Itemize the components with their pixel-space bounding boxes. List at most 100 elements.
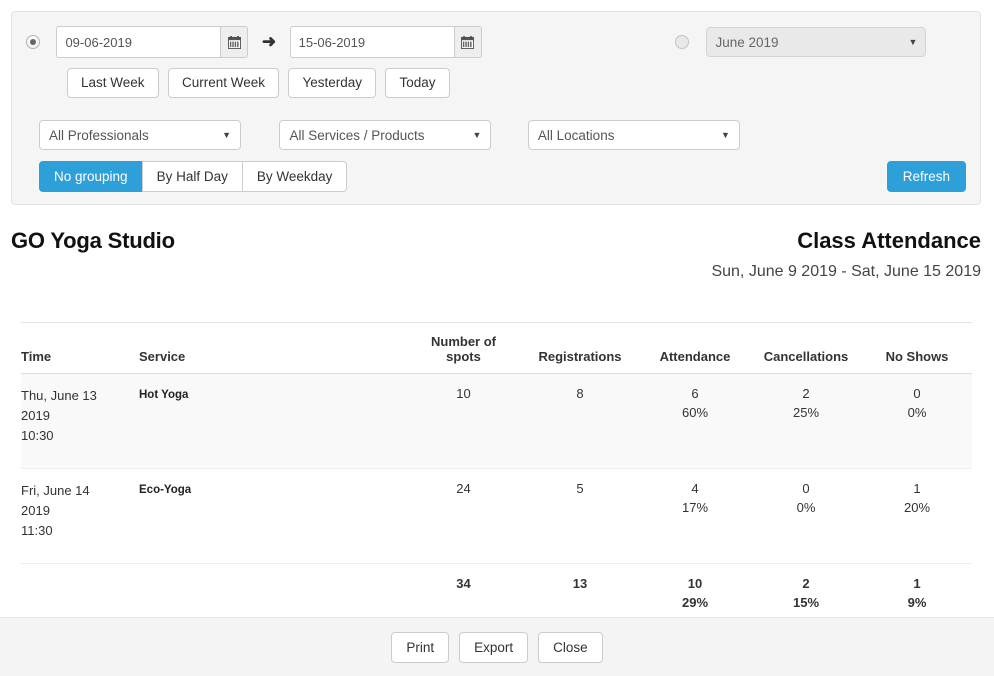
cell-service: Hot Yoga xyxy=(139,373,407,469)
locations-select[interactable]: All Locations ▼ xyxy=(527,120,740,150)
totals-no-shows-pct: 9% xyxy=(907,595,927,610)
service-name: Eco-Yoga xyxy=(139,484,192,496)
report-page: ➜ xyxy=(0,0,994,676)
cell-time-year: 2019 xyxy=(21,503,50,518)
cell-cancellations: 2 25% xyxy=(750,373,862,469)
date-range-arrow-icon: ➜ xyxy=(261,32,277,51)
column-header-attendance: Attendance xyxy=(640,322,750,374)
cell-no-shows-count: 0 xyxy=(913,386,921,401)
filters-toolbar: ➜ xyxy=(11,11,981,205)
chevron-down-icon: ▼ xyxy=(472,130,482,140)
report-date-range: Sun, June 9 2019 - Sat, June 15 2019 xyxy=(711,263,981,280)
table-header-row: Time Service Number of spots Registratio… xyxy=(21,322,972,374)
professionals-select[interactable]: All Professionals ▼ xyxy=(39,120,241,150)
grouping-by-weekday-tab[interactable]: By Weekday xyxy=(241,161,348,192)
last-week-button[interactable]: Last Week xyxy=(67,68,159,98)
end-date-input[interactable] xyxy=(289,26,454,58)
services-select[interactable]: All Services / Products ▼ xyxy=(279,120,492,150)
column-header-spots-line2: spots xyxy=(446,349,481,364)
month-mode-radio[interactable] xyxy=(675,35,689,49)
column-header-cancellations: Cancellations xyxy=(750,322,862,374)
cell-cancellations-count: 2 xyxy=(802,386,810,401)
cell-cancellations: 0 0% xyxy=(750,468,862,564)
refresh-button[interactable]: Refresh xyxy=(886,161,966,192)
cell-time: Thu, June 13 2019 10:30 xyxy=(21,373,139,469)
date-selection-row: ➜ xyxy=(26,26,966,58)
grouping-row: No grouping By Half Day By Weekday Refre… xyxy=(26,161,966,192)
cell-time-day: Fri, June 14 xyxy=(21,483,90,498)
cell-attendance-pct: 17% xyxy=(681,500,709,515)
cell-no-shows-pct: 20% xyxy=(903,500,931,515)
start-date-group xyxy=(56,26,249,58)
start-date-input[interactable] xyxy=(56,26,221,58)
grouping-by-half-day-tab[interactable]: By Half Day xyxy=(141,161,242,192)
report-header: GO Yoga Studio Class Attendance Sun, Jun… xyxy=(11,228,981,280)
locations-select-value: All Locations xyxy=(537,127,615,143)
cell-registrations: 5 xyxy=(520,468,640,564)
column-header-no-shows: No Shows xyxy=(862,322,972,374)
cell-cancellations-pct: 25% xyxy=(792,405,820,420)
current-week-button[interactable]: Current Week xyxy=(168,68,280,98)
filter-dropdown-row: All Professionals ▼ All Services / Produ… xyxy=(26,120,966,150)
cell-time-hour: 10:30 xyxy=(21,428,54,443)
totals-no-shows-count: 1 xyxy=(913,576,921,591)
cell-attendance: 4 17% xyxy=(640,468,750,564)
report-title: Class Attendance xyxy=(797,228,981,253)
cell-attendance: 6 60% xyxy=(640,373,750,469)
attendance-table-wrap: Time Service Number of spots Registratio… xyxy=(21,322,972,633)
cell-no-shows-pct: 0% xyxy=(907,405,927,420)
cell-attendance-count: 6 xyxy=(691,386,699,401)
yesterday-button[interactable]: Yesterday xyxy=(288,68,377,98)
totals-cancellations-pct: 15% xyxy=(792,595,820,610)
cell-attendance-pct: 60% xyxy=(681,405,709,420)
cell-no-shows: 0 0% xyxy=(862,373,972,469)
footer-action-bar: Print Export Close xyxy=(0,617,994,676)
column-header-service: Service xyxy=(139,322,407,374)
cell-spots: 24 xyxy=(407,468,520,564)
cell-time-hour: 11:30 xyxy=(21,523,53,538)
table-header: Time Service Number of spots Registratio… xyxy=(21,322,972,374)
print-button[interactable]: Print xyxy=(391,631,450,663)
column-header-spots-line1: Number of xyxy=(431,334,496,349)
service-name: Hot Yoga xyxy=(139,389,189,401)
end-date-calendar-icon[interactable] xyxy=(453,26,482,58)
column-header-time: Time xyxy=(21,322,139,374)
totals-attendance-count: 10 xyxy=(687,576,703,591)
table-body: Thu, June 13 2019 10:30 Hot Yoga 10 8 6 … xyxy=(21,373,972,633)
column-header-registrations: Registrations xyxy=(520,322,640,374)
table-row[interactable]: Thu, June 13 2019 10:30 Hot Yoga 10 8 6 … xyxy=(21,373,972,469)
totals-attendance-pct: 29% xyxy=(681,595,709,610)
table-row[interactable]: Fri, June 14 2019 11:30 Eco-Yoga 24 5 4 … xyxy=(21,468,972,564)
quick-range-row: Last Week Current Week Yesterday Today xyxy=(26,68,966,98)
cell-spots: 10 xyxy=(407,373,520,469)
end-date-group xyxy=(289,26,482,58)
cell-registrations: 8 xyxy=(520,373,640,469)
cell-cancellations-count: 0 xyxy=(802,481,810,496)
professionals-select-value: All Professionals xyxy=(49,127,149,143)
cell-time-day: Thu, June 13 xyxy=(21,388,97,403)
cell-no-shows: 1 20% xyxy=(862,468,972,564)
month-select[interactable]: June 2019 ▼ xyxy=(706,27,927,57)
cell-cancellations-pct: 0% xyxy=(796,500,816,515)
column-header-number-of-spots: Number of spots xyxy=(407,322,520,374)
chevron-down-icon: ▼ xyxy=(222,130,231,140)
services-select-value: All Services / Products xyxy=(289,127,425,143)
cell-service: Eco-Yoga xyxy=(139,468,407,564)
start-date-calendar-icon[interactable] xyxy=(220,26,249,58)
grouping-segmented-control: No grouping By Half Day By Weekday xyxy=(39,161,348,192)
month-mode-group: June 2019 ▼ xyxy=(675,27,927,57)
cell-attendance-count: 4 xyxy=(691,481,699,496)
export-button[interactable]: Export xyxy=(459,631,529,663)
chevron-down-icon: ▼ xyxy=(720,130,730,140)
today-button[interactable]: Today xyxy=(385,68,450,98)
report-title-block: Class Attendance Sun, June 9 2019 - Sat,… xyxy=(711,228,981,281)
chevron-down-icon: ▼ xyxy=(908,37,918,47)
month-select-value: June 2019 xyxy=(715,34,779,50)
attendance-table: Time Service Number of spots Registratio… xyxy=(21,322,972,633)
close-button[interactable]: Close xyxy=(538,631,603,663)
cell-time-year: 2019 xyxy=(21,408,50,423)
totals-cancellations-count: 2 xyxy=(802,576,810,591)
date-range-radio[interactable] xyxy=(26,35,40,49)
grouping-no-grouping-tab[interactable]: No grouping xyxy=(39,161,142,192)
cell-time: Fri, June 14 2019 11:30 xyxy=(21,468,139,564)
